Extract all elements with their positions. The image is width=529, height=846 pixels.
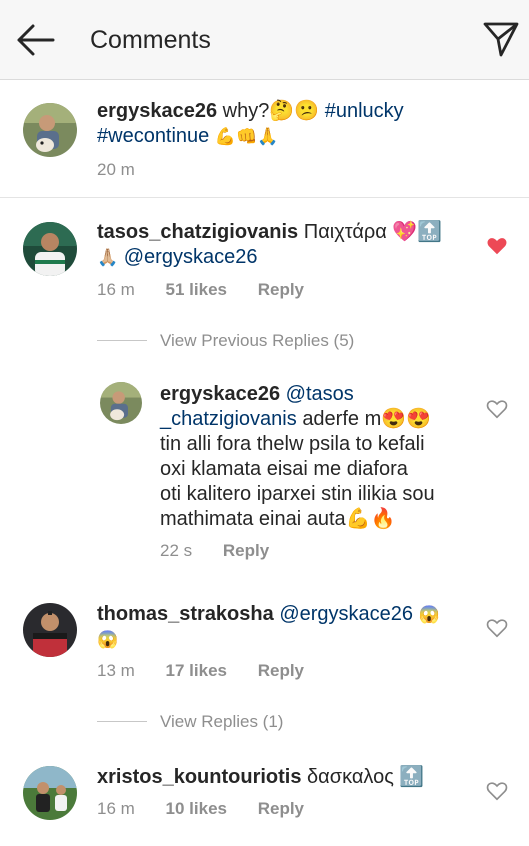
page-title: Comments — [90, 26, 211, 54]
reply-line: oxi klamata eisai me diafora — [160, 458, 408, 480]
avatar[interactable] — [23, 103, 77, 157]
reply-line: tin alli fora thelw psila to kefali — [160, 433, 425, 455]
heart-filled-icon[interactable] — [486, 235, 508, 257]
view-previous-replies[interactable]: View Previous Replies (5) — [160, 331, 354, 351]
avatar[interactable] — [23, 603, 77, 657]
likes-count[interactable]: 17 likes — [166, 661, 227, 680]
comment-meta: 16 m 10 likes Reply — [97, 799, 304, 819]
reply-button[interactable]: Reply — [258, 799, 304, 818]
timestamp: 20 m — [97, 160, 135, 179]
comment-body: Παιχτάρα 💖🔝 — [303, 221, 443, 243]
reply-button[interactable]: Reply — [223, 541, 269, 560]
timestamp: 13 m — [97, 661, 135, 680]
timestamp: 16 m — [97, 280, 135, 299]
likes-count[interactable]: 51 likes — [166, 280, 227, 299]
caption-time: 20 m — [97, 160, 135, 180]
reply-text: ergyskace26 @tasos _chatzigiovanis aderf… — [160, 382, 470, 532]
hashtag-wecontinue[interactable]: #wecontinue — [97, 125, 209, 147]
avatar[interactable] — [23, 222, 77, 276]
comment-username[interactable]: thomas_strakosha — [97, 603, 274, 625]
paper-plane-icon[interactable] — [482, 20, 520, 58]
timestamp: 22 s — [160, 541, 193, 560]
reply-button[interactable]: Reply — [258, 280, 304, 299]
hashtag-unlucky[interactable]: #unlucky — [325, 100, 404, 122]
divider — [97, 721, 147, 722]
avatar[interactable] — [23, 766, 77, 820]
comment-username[interactable]: xristos_kountouriotis — [97, 766, 301, 788]
comment-emoji: 😱 — [97, 630, 119, 649]
mention-link[interactable]: @tasos — [286, 383, 354, 405]
heart-outline-icon[interactable] — [486, 780, 508, 802]
reply-line: oti kalitero iparxei stin ilikia sou — [160, 483, 435, 505]
caption-username[interactable]: ergyskace26 — [97, 100, 217, 122]
reply-username[interactable]: ergyskace26 — [160, 383, 280, 405]
comment-text: thomas_strakosha @ergyskace26 😱 😱 — [97, 602, 467, 652]
divider — [97, 340, 147, 341]
header-bar: Comments — [0, 0, 529, 80]
likes-count[interactable]: 10 likes — [166, 799, 227, 818]
comment-username[interactable]: tasos_chatzigiovanis — [97, 221, 298, 243]
reply-line: mathimata einai auta💪🔥 — [160, 508, 396, 530]
comment-emoji: 😱 — [418, 605, 440, 624]
avatar[interactable] — [100, 382, 142, 424]
reply-line: aderfe m😍😍 — [302, 408, 432, 430]
reply-meta: 22 s Reply — [160, 541, 269, 561]
arrow-left-icon[interactable] — [14, 22, 56, 58]
heart-outline-icon[interactable] — [486, 398, 508, 420]
caption-emojis: 💪👊🙏 — [214, 127, 279, 146]
caption-text: ergyskace26 why?🤔😕 #unlucky #wecontinue … — [97, 99, 507, 149]
timestamp: 16 m — [97, 799, 135, 818]
reply-button[interactable]: Reply — [258, 661, 304, 680]
comment-text: xristos_kountouriotis δασκαλος 🔝 — [97, 765, 467, 790]
heart-outline-icon[interactable] — [486, 617, 508, 639]
caption-body: why?🤔😕 — [222, 100, 320, 122]
comment-body: δασκαλος 🔝 — [307, 766, 425, 788]
comment-meta: 13 m 17 likes Reply — [97, 661, 304, 681]
comment-text: tasos_chatzigiovanis Παιχτάρα 💖🔝 🙏🏼 @erg… — [97, 220, 467, 270]
mention-link[interactable]: @ergyskace26 — [124, 246, 258, 268]
mention-link[interactable]: _chatzigiovanis — [160, 408, 297, 430]
view-replies[interactable]: View Replies (1) — [160, 712, 283, 732]
comment-meta: 16 m 51 likes Reply — [97, 280, 304, 300]
caption-section: ergyskace26 why?🤔😕 #unlucky #wecontinue … — [0, 80, 529, 198]
mention-link[interactable]: @ergyskace26 — [279, 603, 413, 625]
comment-emoji: 🙏🏼 — [97, 248, 119, 267]
